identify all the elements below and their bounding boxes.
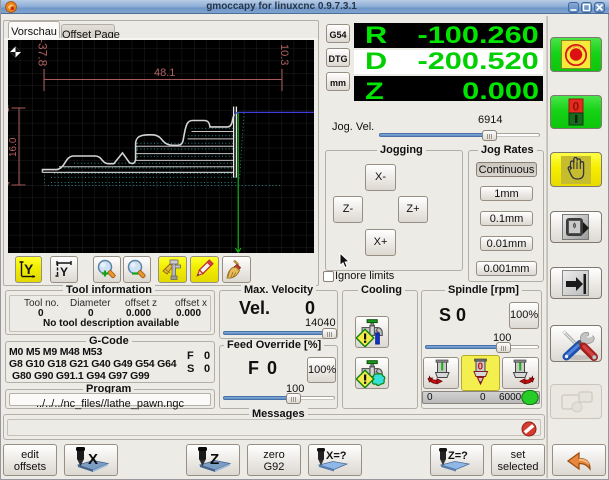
svg-text:Y: Y xyxy=(60,265,68,279)
svg-text:10.3: 10.3 xyxy=(278,44,290,65)
svg-text:X=?: X=? xyxy=(326,450,347,462)
svg-text:Z=?: Z=? xyxy=(448,450,468,462)
svg-text:-37.8: -37.8 xyxy=(36,40,50,67)
svg-text:0: 0 xyxy=(478,362,484,373)
svg-text:0: 0 xyxy=(573,100,580,114)
svg-text:Z: Z xyxy=(210,451,219,468)
svg-text:Y: Y xyxy=(24,261,34,277)
svg-text:16.0: 16.0 xyxy=(8,137,19,157)
svg-text:X: X xyxy=(88,451,98,468)
svg-text:48.1: 48.1 xyxy=(154,67,175,79)
